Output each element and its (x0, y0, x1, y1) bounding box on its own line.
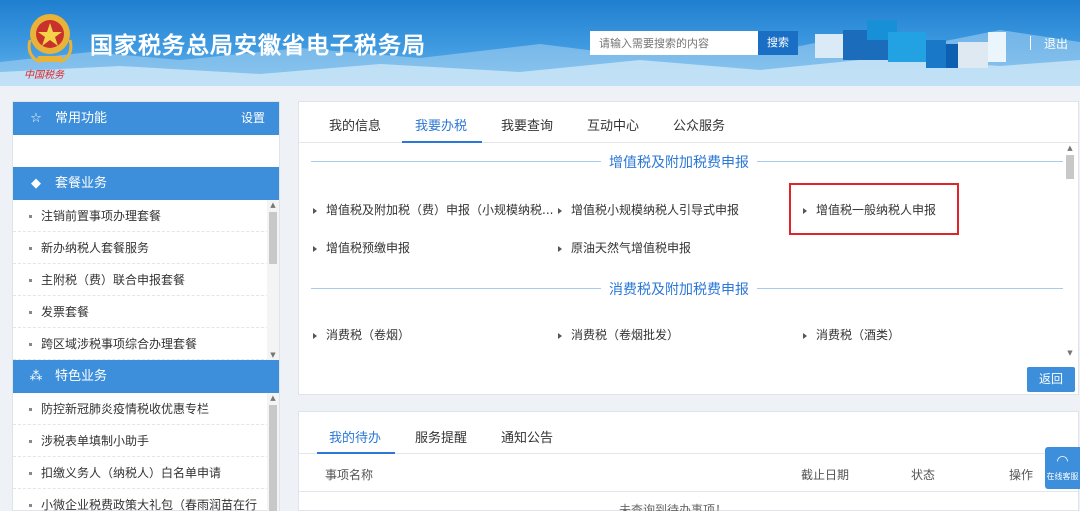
search-field[interactable] (590, 31, 758, 55)
headset-icon: ◠ (1056, 453, 1069, 469)
main-tabs: 我的信息 我要办税 我要查询 互动中心 公众服务 (299, 102, 1078, 143)
tab-service-reminder[interactable]: 服务提醒 (415, 427, 467, 446)
list-item[interactable]: 跨区域涉税事项综合办理套餐 (13, 328, 279, 360)
tab-public-service[interactable]: 公众服务 (673, 115, 725, 134)
logout-link[interactable]: 退出 (1044, 35, 1068, 52)
triangle-right-icon (313, 332, 317, 339)
scroll-up-icon[interactable]: ▲ (1064, 143, 1076, 153)
consumption-section-title: 消费税及附加税费申报 (601, 279, 757, 299)
special-business-list: 防控新冠肺炎疫情税收优惠专栏 涉税表单填制小助手 扣缴义务人（纳税人）白名单申请… (13, 393, 279, 511)
site-header: 中国税务 国家税务总局安徽省电子税务局 搜索 退出 (0, 0, 1080, 86)
search-input[interactable] (591, 32, 757, 54)
list-item[interactable]: 注销前置事项办理套餐 (13, 200, 279, 232)
todo-table-header: 事项名称 截止日期 状态 操作 (299, 454, 1078, 492)
search-button[interactable]: 搜索 (758, 31, 798, 55)
back-button[interactable]: 返回 (1027, 367, 1075, 392)
star-icon: ☆ (30, 111, 42, 126)
list-item[interactable]: 发票套餐 (13, 296, 279, 328)
list-item[interactable]: 主附税（费）联合申报套餐 (13, 264, 279, 296)
column-header: 截止日期 (801, 468, 850, 482)
link-consumption-cigarette-wholesale[interactable]: 消费税（卷烟批发） (558, 326, 679, 343)
triangle-right-icon (313, 207, 317, 214)
todo-tabs: 我的待办 服务提醒 通知公告 (299, 412, 1078, 454)
triangle-right-icon (803, 332, 807, 339)
list-item[interactable]: 涉税表单填制小助手 (13, 425, 279, 457)
main-panel: 我的信息 我要办税 我要查询 互动中心 公众服务 增值税及附加税费申报 增值税及… (298, 101, 1079, 395)
special-business-title: 特色业务 (55, 369, 108, 384)
tab-do-tax[interactable]: 我要办税 (415, 115, 467, 134)
column-header: 操作 (1009, 468, 1034, 482)
link-vat-oil-gas[interactable]: 原油天然气增值税申报 (558, 239, 691, 256)
grid-icon: ⁂ (29, 369, 43, 384)
active-tab-indicator (402, 141, 482, 143)
logout-separator (1030, 36, 1031, 50)
bullet-icon (29, 215, 32, 218)
scroll-thumb[interactable] (269, 405, 277, 511)
tab-interaction[interactable]: 互动中心 (587, 115, 639, 134)
list-item[interactable]: 扣缴义务人（纳税人）白名单申请 (13, 457, 279, 489)
bullet-icon (29, 440, 32, 443)
tab-my-todo[interactable]: 我的待办 (329, 427, 381, 446)
list-item[interactable]: 防控新冠肺炎疫情税收优惠专栏 (13, 393, 279, 425)
column-header: 状态 (911, 468, 936, 482)
vat-section-title: 增值税及附加税费申报 (601, 152, 757, 172)
logo-caption: 中国税务 (24, 70, 64, 81)
package-scrollbar[interactable]: ▲ ▼ (267, 200, 279, 360)
bullet-icon (29, 311, 32, 314)
common-functions-title: 常用功能 (55, 111, 108, 126)
link-vat-small-guided[interactable]: 增值税小规模纳税人引导式申报 (558, 201, 739, 218)
common-functions-header[interactable]: ☆ 常用功能 设置 (13, 102, 279, 135)
layers-icon: ◆ (31, 176, 41, 191)
triangle-right-icon (313, 245, 317, 252)
list-item[interactable]: 新办纳税人套餐服务 (13, 232, 279, 264)
link-vat-small-scale[interactable]: 增值税及附加税（费）申报（小规模纳税... (313, 201, 553, 218)
highlight-annotation (789, 183, 959, 235)
link-consumption-cigarette[interactable]: 消费税（卷烟） (313, 326, 410, 343)
main-scrollbar[interactable]: ▲ ▼ (1064, 143, 1076, 358)
bullet-icon (29, 279, 32, 282)
scroll-down-icon[interactable]: ▼ (1064, 348, 1076, 358)
package-business-list: 注销前置事项办理套餐 新办纳税人套餐服务 主附税（费）联合申报套餐 发票套餐 跨… (13, 200, 279, 360)
tab-notice[interactable]: 通知公告 (501, 427, 553, 446)
tab-query[interactable]: 我要查询 (501, 115, 553, 134)
special-business-header[interactable]: ⁂ 特色业务 (13, 360, 279, 393)
scroll-down-icon[interactable]: ▼ (267, 350, 279, 360)
column-header: 事项名称 (325, 468, 374, 482)
site-title: 国家税务总局安徽省电子税务局 (90, 33, 426, 59)
online-service-label: 在线客服 (1046, 472, 1079, 481)
tab-my-info[interactable]: 我的信息 (329, 115, 381, 134)
scroll-up-icon[interactable]: ▲ (267, 393, 279, 403)
bullet-icon (29, 472, 32, 475)
bullet-icon (29, 504, 32, 507)
bullet-icon (29, 247, 32, 250)
empty-state-text: 未查询到待办事项！ (619, 503, 728, 511)
redacted-user-info (815, 20, 1020, 70)
scroll-thumb[interactable] (1066, 155, 1074, 179)
package-business-title: 套餐业务 (55, 176, 108, 191)
link-vat-prepay[interactable]: 增值税预缴申报 (313, 239, 410, 256)
todo-panel: 我的待办 服务提醒 通知公告 事项名称 截止日期 状态 操作 未查询到待办事项！ (298, 411, 1079, 511)
common-functions-empty (13, 135, 279, 167)
triangle-right-icon (558, 332, 562, 339)
settings-link[interactable]: 设置 (241, 102, 265, 135)
scroll-up-icon[interactable]: ▲ (267, 200, 279, 210)
package-business-header[interactable]: ◆ 套餐业务 (13, 167, 279, 200)
triangle-right-icon (558, 245, 562, 252)
triangle-right-icon (558, 207, 562, 214)
bullet-icon (29, 408, 32, 411)
left-sidebar: ☆ 常用功能 设置 ◆ 套餐业务 注销前置事项办理套餐 新办纳税人套餐服务 主附税（… (12, 101, 280, 511)
scroll-thumb[interactable] (269, 212, 277, 264)
special-scrollbar[interactable]: ▲ (267, 393, 279, 511)
online-service-button[interactable]: ◠ 在线客服 (1045, 447, 1080, 489)
list-item[interactable]: 小微企业税费政策大礼包（春雨润苗在行 (13, 489, 279, 511)
bullet-icon (29, 343, 32, 346)
link-consumption-alcohol[interactable]: 消费税（酒类） (803, 326, 900, 343)
